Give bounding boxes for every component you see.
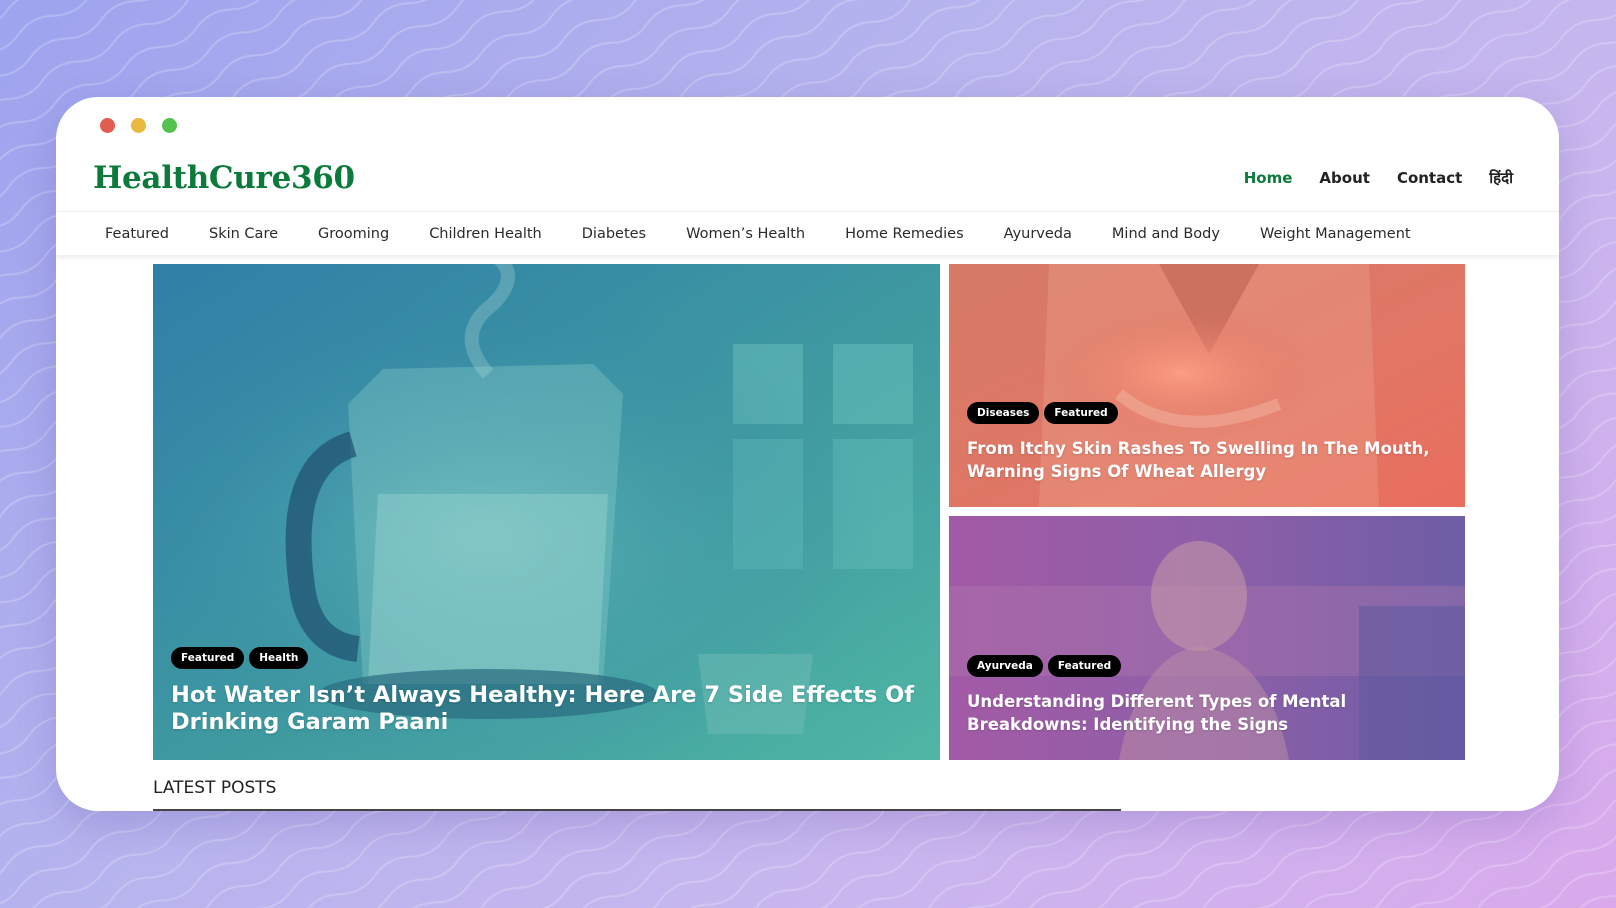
- main-post-title[interactable]: Hot Water Isn’t Always Healthy: Here Are…: [171, 682, 922, 736]
- close-window-button[interactable]: [100, 118, 115, 133]
- tag-health[interactable]: Health: [249, 647, 309, 669]
- post-2-title[interactable]: From Itchy Skin Rashes To Swelling In Th…: [967, 437, 1447, 483]
- post-2-content: Diseases Featured From Itchy Skin Rashes…: [967, 402, 1447, 483]
- post-3-content: Ayurveda Featured Understanding Differen…: [967, 655, 1447, 736]
- window-controls: [100, 118, 177, 133]
- category-grooming[interactable]: Grooming: [318, 226, 389, 242]
- nav-home-link[interactable]: Home: [1244, 169, 1293, 187]
- category-weight-management[interactable]: Weight Management: [1260, 226, 1411, 242]
- category-home-remedies[interactable]: Home Remedies: [845, 226, 964, 242]
- tag-featured[interactable]: Featured: [1044, 402, 1118, 424]
- latest-posts-divider: [153, 809, 1121, 811]
- latest-posts-heading: LATEST POSTS: [153, 778, 277, 798]
- minimize-window-button[interactable]: [131, 118, 146, 133]
- category-featured[interactable]: Featured: [105, 226, 169, 242]
- featured-post-card-3[interactable]: Ayurveda Featured Understanding Differen…: [949, 516, 1465, 760]
- nav-about-link[interactable]: About: [1319, 169, 1370, 187]
- featured-post-card-2[interactable]: Diseases Featured From Itchy Skin Rashes…: [949, 264, 1465, 507]
- nav-contact-link[interactable]: Contact: [1397, 169, 1462, 187]
- category-mind-and-body[interactable]: Mind and Body: [1112, 226, 1220, 242]
- tag-featured[interactable]: Featured: [1047, 655, 1122, 677]
- category-skin-care[interactable]: Skin Care: [209, 226, 278, 242]
- site-logo[interactable]: HealthCure360: [93, 160, 355, 196]
- category-womens-health[interactable]: Women’s Health: [686, 226, 805, 242]
- tag-featured[interactable]: Featured: [171, 647, 245, 669]
- main-post-content: Featured Health Hot Water Isn’t Always H…: [171, 647, 922, 736]
- featured-post-card-main[interactable]: Featured Health Hot Water Isn’t Always H…: [153, 264, 940, 760]
- post-3-title[interactable]: Understanding Different Types of Mental …: [967, 690, 1447, 736]
- tag-diseases[interactable]: Diseases: [967, 402, 1040, 424]
- top-navigation: Home About Contact हिंदी: [1244, 168, 1513, 188]
- maximize-window-button[interactable]: [162, 118, 177, 133]
- site-header: HealthCure360 Home About Contact हिंदी: [56, 152, 1559, 212]
- category-navigation: Featured Skin Care Grooming Children Hea…: [56, 211, 1559, 255]
- tag-ayurveda[interactable]: Ayurveda: [967, 655, 1043, 677]
- browser-window: HealthCure360 Home About Contact हिंदी F…: [56, 97, 1559, 811]
- category-children-health[interactable]: Children Health: [429, 226, 542, 242]
- category-diabetes[interactable]: Diabetes: [582, 226, 646, 242]
- nav-hindi-link[interactable]: हिंदी: [1489, 168, 1513, 188]
- category-ayurveda[interactable]: Ayurveda: [1004, 226, 1072, 242]
